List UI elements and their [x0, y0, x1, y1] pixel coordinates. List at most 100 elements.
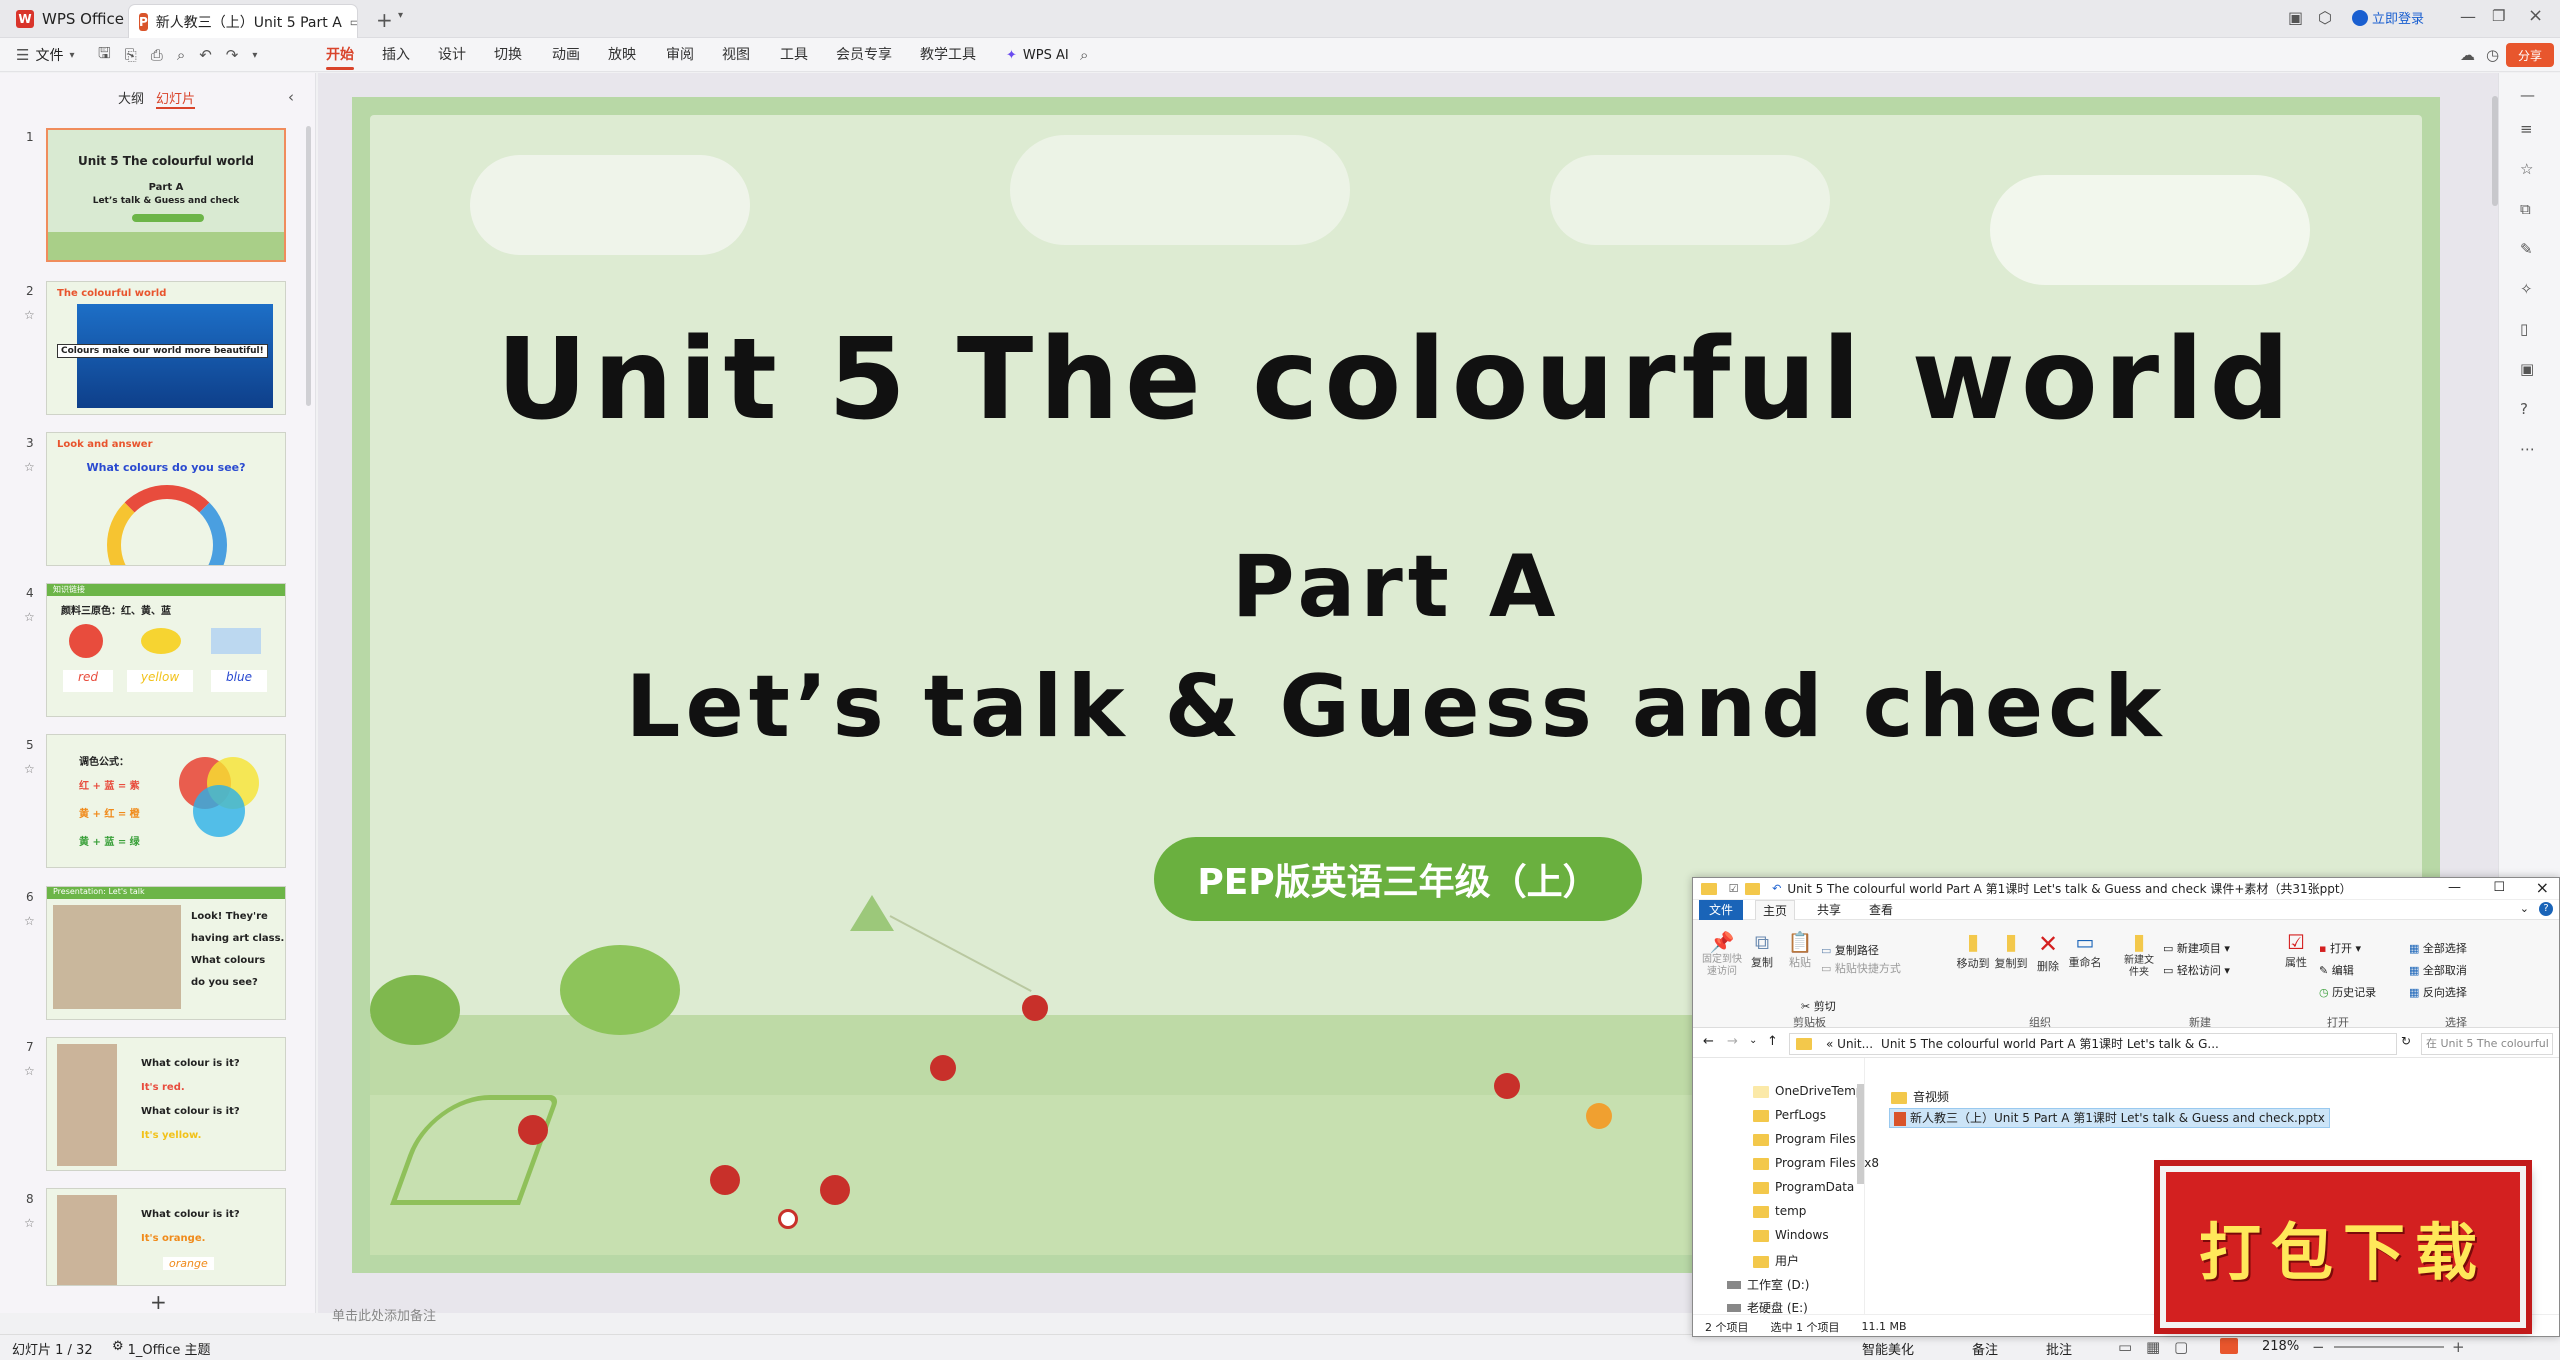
paste-shortcut-button[interactable]: ▭ 粘贴快捷方式	[1821, 960, 1901, 976]
tab-insert[interactable]: 插入	[382, 38, 410, 72]
minus-icon[interactable]: —	[2520, 86, 2535, 104]
preview-icon[interactable]: ⌕	[177, 46, 185, 64]
slide-thumb-1[interactable]: Unit 5 The colourful world Part A Let’s …	[46, 128, 286, 262]
tree-item[interactable]: ProgramData	[1753, 1180, 1854, 1194]
delete-button[interactable]: ✕ 删除	[2033, 930, 2063, 974]
slide-thumb-3[interactable]: Look and answer What colours do you see?	[46, 432, 286, 566]
ribbon-tab-view[interactable]: 查看	[1861, 900, 1901, 920]
zoom-level[interactable]: 218%	[2262, 1339, 2299, 1354]
star-icon[interactable]: ☆	[24, 610, 35, 624]
invert-selection-button[interactable]: ▦ 反向选择	[2409, 984, 2467, 1000]
properties-button[interactable]: ☑ 属性	[2281, 930, 2311, 970]
normal-view-icon[interactable]: ▭	[2118, 1338, 2132, 1356]
reading-view-icon[interactable]: ▢	[2174, 1338, 2188, 1356]
up-icon[interactable]: ↑	[1767, 1034, 1778, 1049]
print-icon[interactable]: ⎙	[151, 46, 163, 64]
star-icon[interactable]: ☆	[24, 460, 35, 474]
slide-thumb-5[interactable]: 调色公式： 红 + 蓝 = 紫 黄 + 红 = 橙 黄 + 蓝 = 绿	[46, 734, 286, 868]
maximize-icon[interactable]: ☐	[2493, 880, 2505, 895]
slide-thumb-8[interactable]: What colour is it? It's orange. orange	[46, 1188, 286, 1286]
paste-button[interactable]: 📋 粘贴	[1785, 930, 1815, 970]
sorter-view-icon[interactable]: ▦	[2146, 1338, 2160, 1356]
tree-item[interactable]: PerfLogs	[1753, 1108, 1826, 1122]
star-icon[interactable]: ☆	[24, 308, 35, 322]
tab-animation[interactable]: 动画	[552, 38, 580, 72]
star-icon[interactable]: ☆	[24, 762, 35, 776]
pin-quick-access-button[interactable]: 📌 固定到快速访问	[1701, 930, 1743, 978]
login-button[interactable]: 立即登录	[2352, 8, 2424, 27]
theme-indicator[interactable]: ⚙ 1_Office 主题	[112, 1339, 211, 1358]
history-icon[interactable]: ◷	[2486, 46, 2499, 64]
tab-teaching-tools[interactable]: 教学工具	[920, 38, 976, 72]
tab-home[interactable]: 开始	[326, 38, 354, 72]
help-icon[interactable]: ?	[2520, 400, 2528, 418]
zoom-in-icon[interactable]: +	[2452, 1338, 2465, 1356]
tab-member[interactable]: 会员专享	[836, 38, 892, 72]
adjust-icon[interactable]: ≡	[2520, 120, 2533, 138]
address-bar[interactable]: « Unit... Unit 5 The colourful world Par…	[1789, 1033, 2397, 1055]
save-icon[interactable]: 🖫	[98, 43, 111, 68]
app-tab[interactable]: W WPS Office	[0, 0, 124, 38]
new-folder-button[interactable]: ▮ 新建文件夹	[2121, 930, 2157, 979]
add-slide-button[interactable]: +	[150, 1290, 167, 1314]
star-icon[interactable]: ☆	[24, 914, 35, 928]
notes-button[interactable]: 备注	[1972, 1339, 1998, 1358]
forward-icon[interactable]: →	[1727, 1034, 1738, 1049]
star-icon[interactable]: ☆	[24, 1216, 35, 1230]
panel-scrollbar[interactable]	[306, 126, 311, 406]
paint-icon[interactable]: ✎	[2520, 240, 2533, 258]
magic-icon[interactable]: ✧	[2520, 280, 2533, 298]
play-icon[interactable]	[2220, 1338, 2238, 1354]
move-to-button[interactable]: ▮ 移动到	[1955, 930, 1991, 971]
properties-icon[interactable]: ☑	[1729, 882, 1739, 895]
copy-button[interactable]: ⧉ 复制	[1747, 930, 1777, 970]
tab-tools[interactable]: 工具	[780, 38, 808, 72]
cloud-icon[interactable]: ☁	[2460, 46, 2475, 64]
undo-icon[interactable]: ↶	[199, 46, 212, 64]
chevron-down-icon[interactable]: ⌄	[2520, 902, 2529, 915]
new-folder-icon[interactable]	[1744, 882, 1761, 895]
search-input[interactable]: 在 Unit 5 The colourful world Pa...	[2421, 1033, 2553, 1055]
tree-item[interactable]: OneDriveTemp	[1753, 1084, 1863, 1098]
collapse-panel-icon[interactable]: ‹	[288, 88, 294, 106]
slide-thumb-2[interactable]: The colourful world Colours make our wor…	[46, 281, 286, 415]
select-none-button[interactable]: ▦ 全部取消	[2409, 962, 2467, 978]
download-badge[interactable]: 打包下载	[2160, 1166, 2526, 1328]
tree-drive-d[interactable]: 工作室 (D:)	[1727, 1276, 1809, 1293]
ribbon-tab-share[interactable]: 共享	[1809, 900, 1849, 920]
copy-icon[interactable]: ⧉	[2520, 200, 2531, 218]
tree-item[interactable]: Program Files	[1753, 1132, 1856, 1146]
monitor-icon[interactable]: ▭	[350, 15, 357, 29]
file-item-folder[interactable]: 音视频	[1891, 1088, 1949, 1105]
notes-input[interactable]: 单击此处添加备注	[318, 1303, 1718, 1331]
tree-item[interactable]: temp	[1753, 1204, 1806, 1218]
tab-transition[interactable]: 切换	[494, 38, 522, 72]
minimize-icon[interactable]: —	[2448, 880, 2461, 895]
layout-icon[interactable]: ▣	[2288, 8, 2303, 27]
image-icon[interactable]: ▣	[2520, 360, 2534, 378]
beautify-button[interactable]: 智能美化	[1862, 1339, 1914, 1358]
open-icon[interactable]: ⎘	[125, 46, 137, 64]
document-tab[interactable]: P 新人教三（上）Unit 5 Part A ▭ ×	[128, 4, 358, 38]
chevron-down-icon[interactable]: ⌄	[1749, 1035, 1757, 1046]
copy-to-button[interactable]: ▮ 复制到	[1993, 930, 2029, 971]
new-item-button[interactable]: ▭ 新建项目 ▾	[2163, 940, 2230, 956]
back-icon[interactable]: ←	[1703, 1034, 1714, 1049]
star-icon[interactable]: ☆	[2520, 160, 2533, 178]
tree-item[interactable]: 用户	[1753, 1252, 1799, 1269]
tab-slides[interactable]: 幻灯片	[156, 88, 196, 109]
rename-button[interactable]: ▭ 重命名	[2067, 930, 2103, 970]
more-icon[interactable]: ▾	[252, 50, 257, 61]
undo-icon[interactable]: ↶	[1772, 882, 1781, 895]
select-all-button[interactable]: ▦ 全部选择	[2409, 940, 2467, 956]
history-button[interactable]: ◷ 历史记录	[2319, 984, 2376, 1000]
restore-icon[interactable]: ❐	[2492, 7, 2505, 25]
star-icon[interactable]: ☆	[24, 1064, 35, 1078]
redo-icon[interactable]: ↷	[226, 46, 239, 64]
tree-item[interactable]: Windows	[1753, 1228, 1829, 1242]
share-button[interactable]: 分享	[2506, 43, 2554, 67]
close-window-icon[interactable]: ×	[2528, 5, 2543, 26]
file-menu[interactable]: ☰ 文件 ▾	[16, 38, 74, 72]
slide-thumb-4[interactable]: 知识链接 颜料三原色：红、黄、蓝 red yellow blue	[46, 583, 286, 717]
ribbon-tab-file[interactable]: 文件	[1699, 900, 1743, 920]
